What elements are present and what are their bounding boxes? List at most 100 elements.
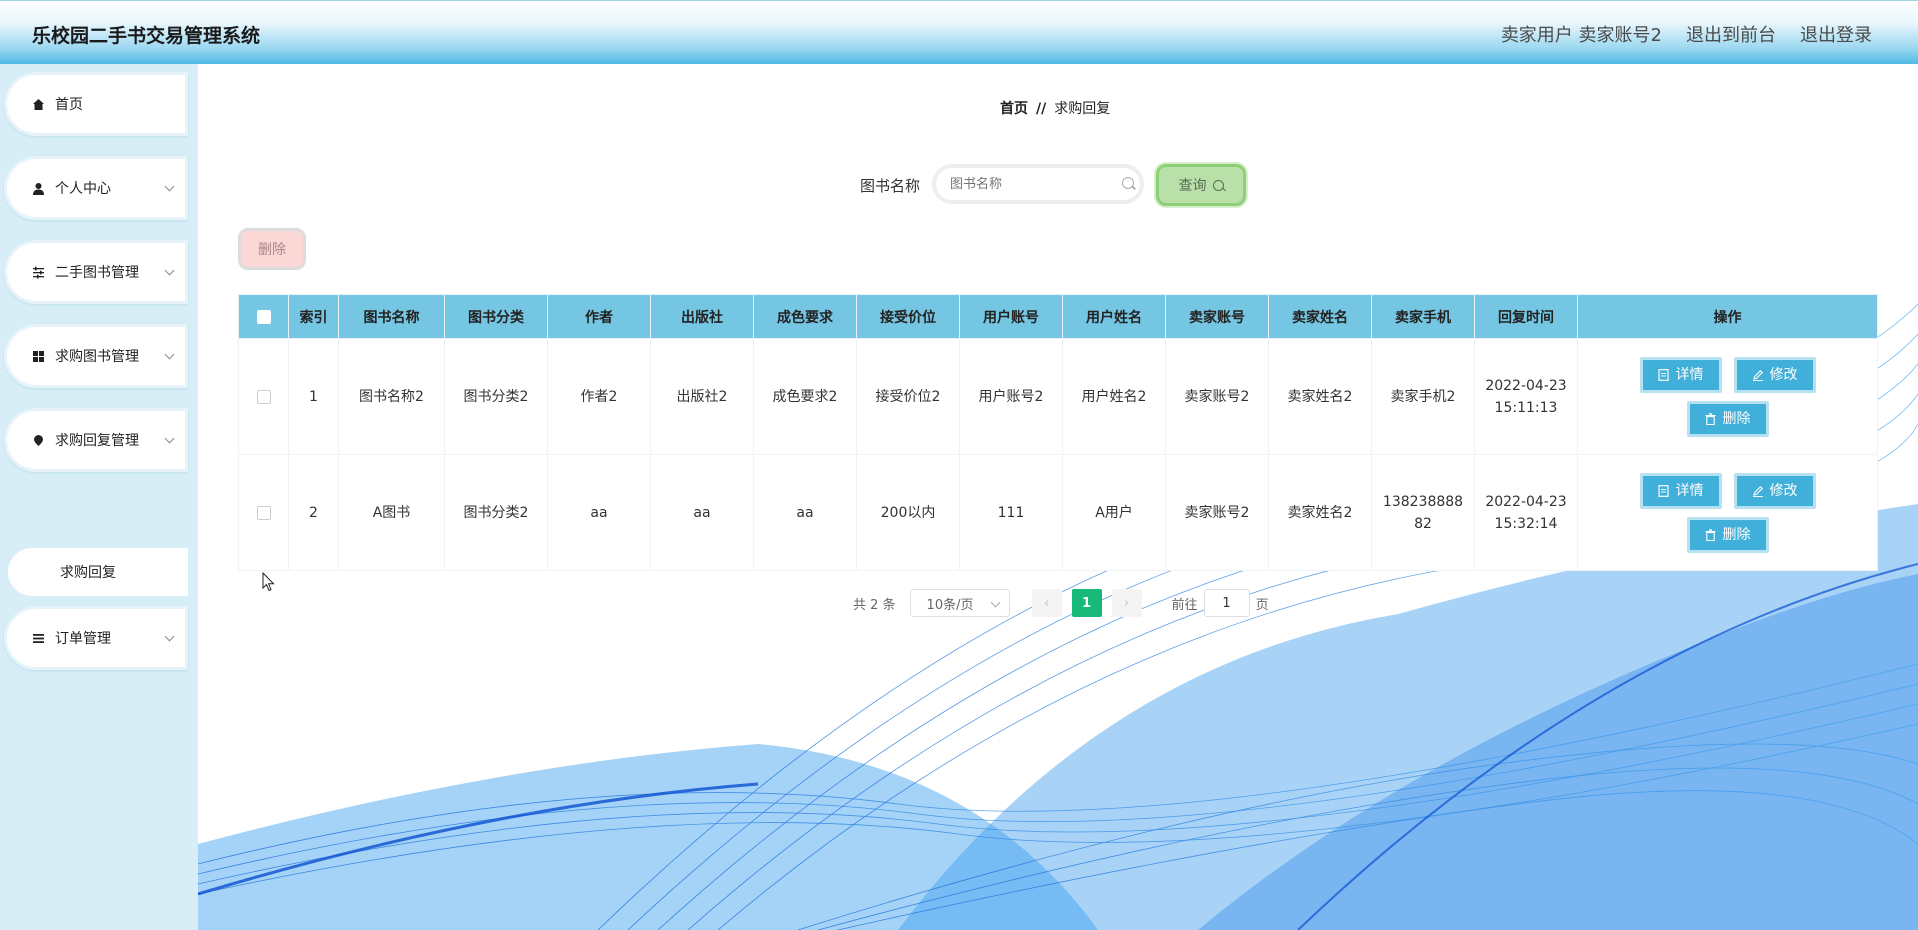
search-input[interactable] (932, 164, 1144, 204)
delete-button-label: 删除 (1722, 410, 1751, 427)
column-header: 图书分类 (444, 294, 548, 339)
header-select-all[interactable] (238, 294, 289, 339)
cell-author: 作者2 (547, 338, 651, 455)
edit-icon (1752, 485, 1764, 497)
table-row: 1 图书名称2 图书分类2 作者2 出版社2 成色要求2 接受价位2 用户账号2… (238, 338, 1878, 455)
cell-condition: aa (753, 454, 857, 571)
trash-icon (1705, 412, 1717, 425)
column-header: 图书名称 (338, 294, 445, 339)
select-all-checkbox[interactable] (256, 309, 271, 324)
cell-seller-phone: 卖家手机2 (1371, 338, 1475, 455)
cell-price: 200以内 (856, 454, 960, 571)
goto-page-input[interactable] (1203, 589, 1250, 617)
cell-seller-phone: 13823888882 (1371, 454, 1475, 571)
sidebar-item-label: 首页 (55, 97, 83, 113)
sidebar-item-label: 求购图书管理 (55, 349, 139, 365)
sidebar-item-used-books[interactable]: 二手图书管理 (4, 240, 188, 304)
cell-user-account: 111 (959, 454, 1063, 571)
cell-seller-name: 卖家姓名2 (1268, 338, 1372, 455)
user-info: 卖家用户 卖家账号2 (1501, 21, 1662, 47)
cell-actions: 详情 修改删除 (1577, 338, 1878, 455)
prev-page-button[interactable]: ‹ (1031, 589, 1062, 617)
breadcrumb-separator: // (1036, 101, 1047, 117)
cell-user-name: A用户 (1062, 454, 1166, 571)
cell-publisher: aa (650, 454, 754, 571)
cell-category: 图书分类2 (444, 338, 548, 455)
delete-button[interactable]: 删除 (1686, 516, 1769, 553)
column-header: 回复时间 (1474, 294, 1578, 339)
reply-time-text: 2022-04-23 15:11:13 (1485, 377, 1567, 416)
top-bar: 乐校园二手书交易管理系统 卖家用户 卖家账号2 退出到前台 退出登录 (0, 0, 1918, 64)
reply-time-text: 2022-04-23 15:32:14 (1485, 493, 1567, 532)
column-header: 操作 (1577, 294, 1878, 339)
to-front-link[interactable]: 退出到前台 (1686, 21, 1776, 47)
chevron-down-icon (164, 265, 175, 276)
cell-seller-account: 卖家账号2 (1165, 454, 1269, 571)
user-nav: 卖家用户 卖家账号2 退出到前台 退出登录 (1501, 21, 1872, 47)
page-number-current[interactable]: 1 (1071, 589, 1102, 617)
row-select-cell[interactable] (238, 338, 289, 455)
cell-condition: 成色要求2 (753, 338, 857, 455)
row-select-cell[interactable] (238, 454, 289, 571)
cell-book-name: A图书 (338, 454, 445, 571)
sidebar-item-label: 个人中心 (55, 181, 111, 197)
delete-button-label: 删除 (1722, 526, 1751, 543)
sidebar-item-label: 订单管理 (55, 631, 111, 647)
page-size-select[interactable]: 10条/页 (909, 589, 1010, 617)
cell-index: 2 (288, 454, 339, 571)
detail-button[interactable]: 详情 (1639, 472, 1722, 509)
table-row: 2 A图书 图书分类2 aa aa aa 200以内 111 A用户 卖家账号2… (238, 454, 1878, 571)
cell-book-name: 图书名称2 (338, 338, 445, 455)
sidebar-item-wanted-replies[interactable]: 求购回复管理 (4, 408, 188, 472)
detail-button-label: 详情 (1675, 366, 1704, 383)
sidebar-item-home[interactable]: 首页 (4, 72, 188, 136)
delete-button[interactable]: 删除 (1686, 400, 1769, 437)
cell-user-account: 用户账号2 (959, 338, 1063, 455)
batch-delete-button[interactable]: 删除 (238, 228, 306, 270)
search-label: 图书名称 (860, 177, 921, 195)
cell-price: 接受价位2 (856, 338, 960, 455)
cell-seller-name: 卖家姓名2 (1268, 454, 1372, 571)
column-header: 卖家姓名 (1268, 294, 1372, 339)
search-icon (1122, 177, 1134, 189)
column-header: 卖家账号 (1165, 294, 1269, 339)
chevron-down-icon (164, 181, 175, 192)
main-content: 首页 // 求购回复 图书名称 查询 删除 索引 图书名称 图书分类 作者 出版社 … (198, 64, 1918, 930)
document-icon (1658, 368, 1670, 381)
cell-seller-account: 卖家账号2 (1165, 338, 1269, 455)
row-checkbox[interactable] (256, 505, 271, 520)
query-button-label: 查询 (1178, 178, 1207, 194)
chevron-down-icon (164, 349, 175, 360)
sidebar-item-orders[interactable]: 订单管理 (4, 606, 188, 670)
row-checkbox[interactable] (256, 389, 271, 404)
detail-button[interactable]: 详情 (1639, 356, 1722, 393)
mouse-cursor-icon (262, 572, 275, 592)
column-header: 成色要求 (753, 294, 857, 339)
next-page-button[interactable]: › (1111, 589, 1142, 617)
column-header: 接受价位 (856, 294, 960, 339)
sidebar-subitem-wanted-reply[interactable]: 求购回复 (8, 548, 188, 596)
search-icon (1212, 179, 1224, 191)
column-header: 用户姓名 (1062, 294, 1166, 339)
query-button[interactable]: 查询 (1156, 164, 1246, 206)
breadcrumb-home[interactable]: 首页 (1000, 101, 1028, 117)
document-icon (1658, 484, 1670, 497)
seller-phone-text: 13823888882 (1382, 493, 1464, 532)
edit-button[interactable]: 修改 (1733, 356, 1816, 393)
grid-icon (31, 349, 45, 363)
sidebar-item-wanted-books[interactable]: 求购图书管理 (4, 324, 188, 388)
cell-reply-time: 2022-04-23 15:11:13 (1474, 338, 1578, 455)
logout-link[interactable]: 退出登录 (1800, 21, 1872, 47)
app-title: 乐校园二手书交易管理系统 (32, 25, 261, 47)
edit-button[interactable]: 修改 (1733, 472, 1816, 509)
goto-prefix: 前往 (1171, 597, 1198, 613)
sidebar-item-label: 二手图书管理 (55, 265, 139, 281)
sidebar-item-personal-center[interactable]: 个人中心 (4, 156, 188, 220)
column-header: 卖家手机 (1371, 294, 1475, 339)
sidebar-item-label: 求购回复管理 (55, 433, 139, 449)
column-header: 索引 (288, 294, 339, 339)
cell-index: 1 (288, 338, 339, 455)
detail-button-label: 详情 (1675, 482, 1704, 499)
trash-icon (1705, 528, 1717, 541)
chevron-down-icon (164, 631, 175, 642)
